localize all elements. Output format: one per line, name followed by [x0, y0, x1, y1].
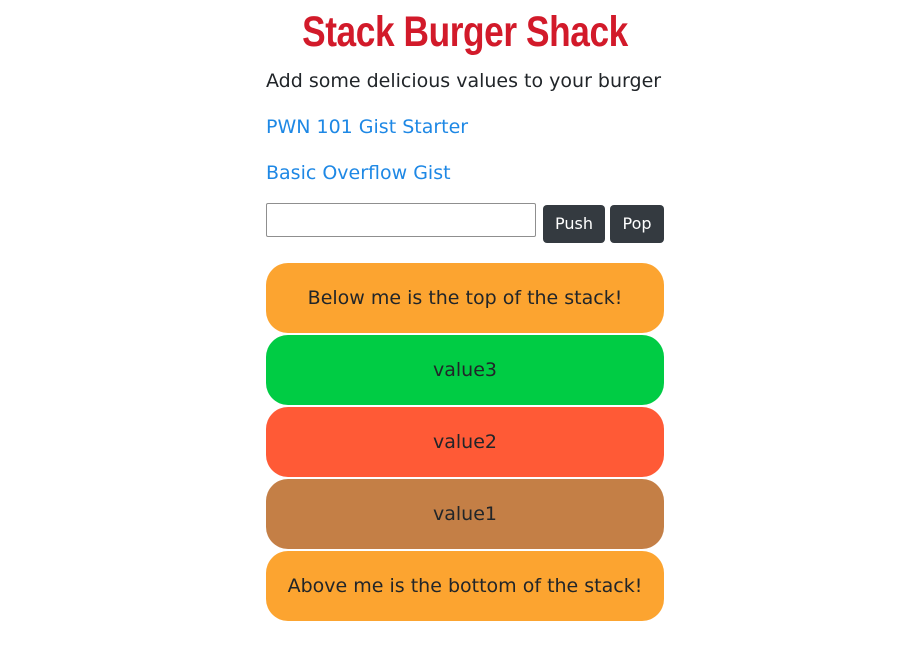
stack-item: value1 — [266, 479, 664, 549]
page-subtitle: Add some delicious values to your burger — [266, 70, 662, 92]
stack-item: value2 — [266, 407, 664, 477]
stack-item: value3 — [266, 335, 664, 405]
basic-overflow-gist-link[interactable]: Basic Overflow Gist — [266, 160, 451, 186]
pwn-101-gist-link[interactable]: PWN 101 Gist Starter — [266, 114, 468, 140]
stack-item-label: value3 — [433, 359, 497, 381]
burger-stack: Below me is the top of the stack! value3… — [266, 263, 664, 623]
stack-item-label: value2 — [433, 431, 497, 453]
page: Stack Burger Shack Add some delicious va… — [0, 0, 900, 650]
top-bun-label: Below me is the top of the stack! — [307, 287, 623, 309]
bottom-bun-label: Above me is the bottom of the stack! — [287, 575, 643, 597]
push-button[interactable]: Push — [543, 205, 605, 243]
top-bun: Below me is the top of the stack! — [266, 263, 664, 333]
stack-item-label: value1 — [433, 503, 497, 525]
value-input[interactable] — [266, 203, 536, 237]
page-title: Stack Burger Shack — [302, 8, 628, 56]
bottom-bun: Above me is the bottom of the stack! — [266, 551, 664, 621]
pop-button[interactable]: Pop — [610, 205, 664, 243]
